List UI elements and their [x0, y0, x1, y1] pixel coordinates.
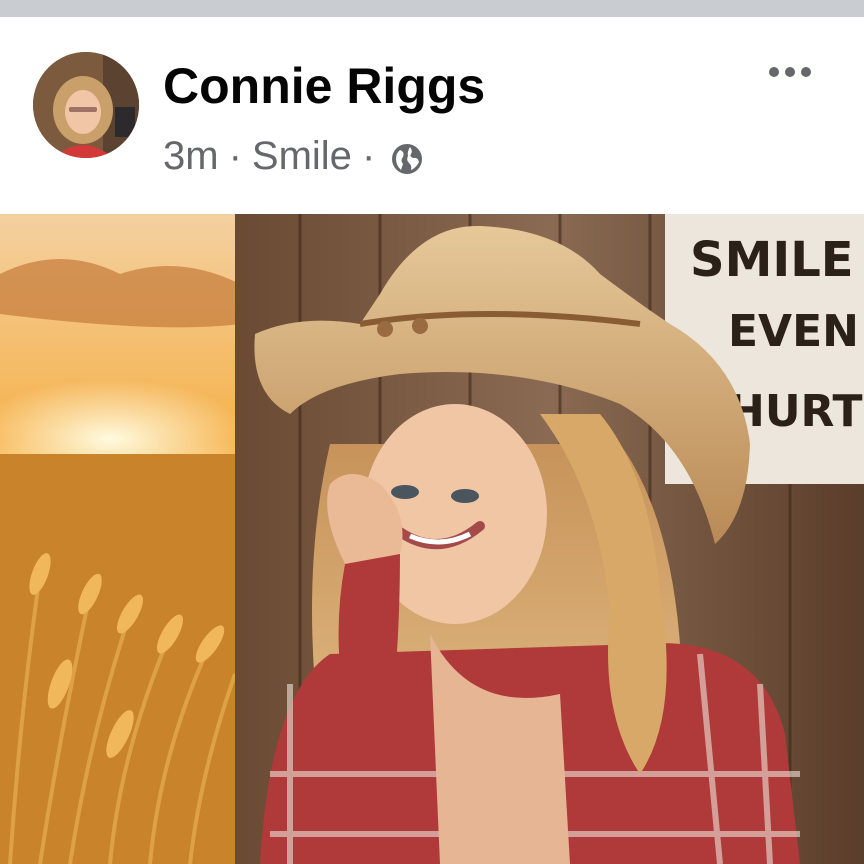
more-dot	[785, 67, 795, 77]
sign-line-3: HURTS	[728, 386, 864, 437]
post-header: Connie Riggs 3m · Smile ·	[0, 17, 864, 214]
sign-line-1: SMILE	[690, 232, 854, 288]
avatar[interactable]	[33, 52, 139, 158]
author-name[interactable]: Connie Riggs	[163, 57, 485, 115]
post-text: Smile	[251, 133, 352, 178]
meta-separator: ·	[228, 133, 242, 178]
more-dot	[769, 67, 779, 77]
sign-line-2: EVEN T	[728, 306, 864, 357]
meta-separator-2: ·	[361, 133, 376, 178]
top-divider-strip	[0, 0, 864, 17]
more-dot	[801, 67, 811, 77]
post-meta: 3m · Smile ·	[163, 134, 423, 178]
post-time[interactable]: 3m	[163, 134, 219, 179]
post-image[interactable]: SMILE EVEN T HURTS	[0, 214, 864, 864]
more-options-icon[interactable]	[760, 57, 820, 87]
globe-icon[interactable]	[391, 140, 423, 174]
